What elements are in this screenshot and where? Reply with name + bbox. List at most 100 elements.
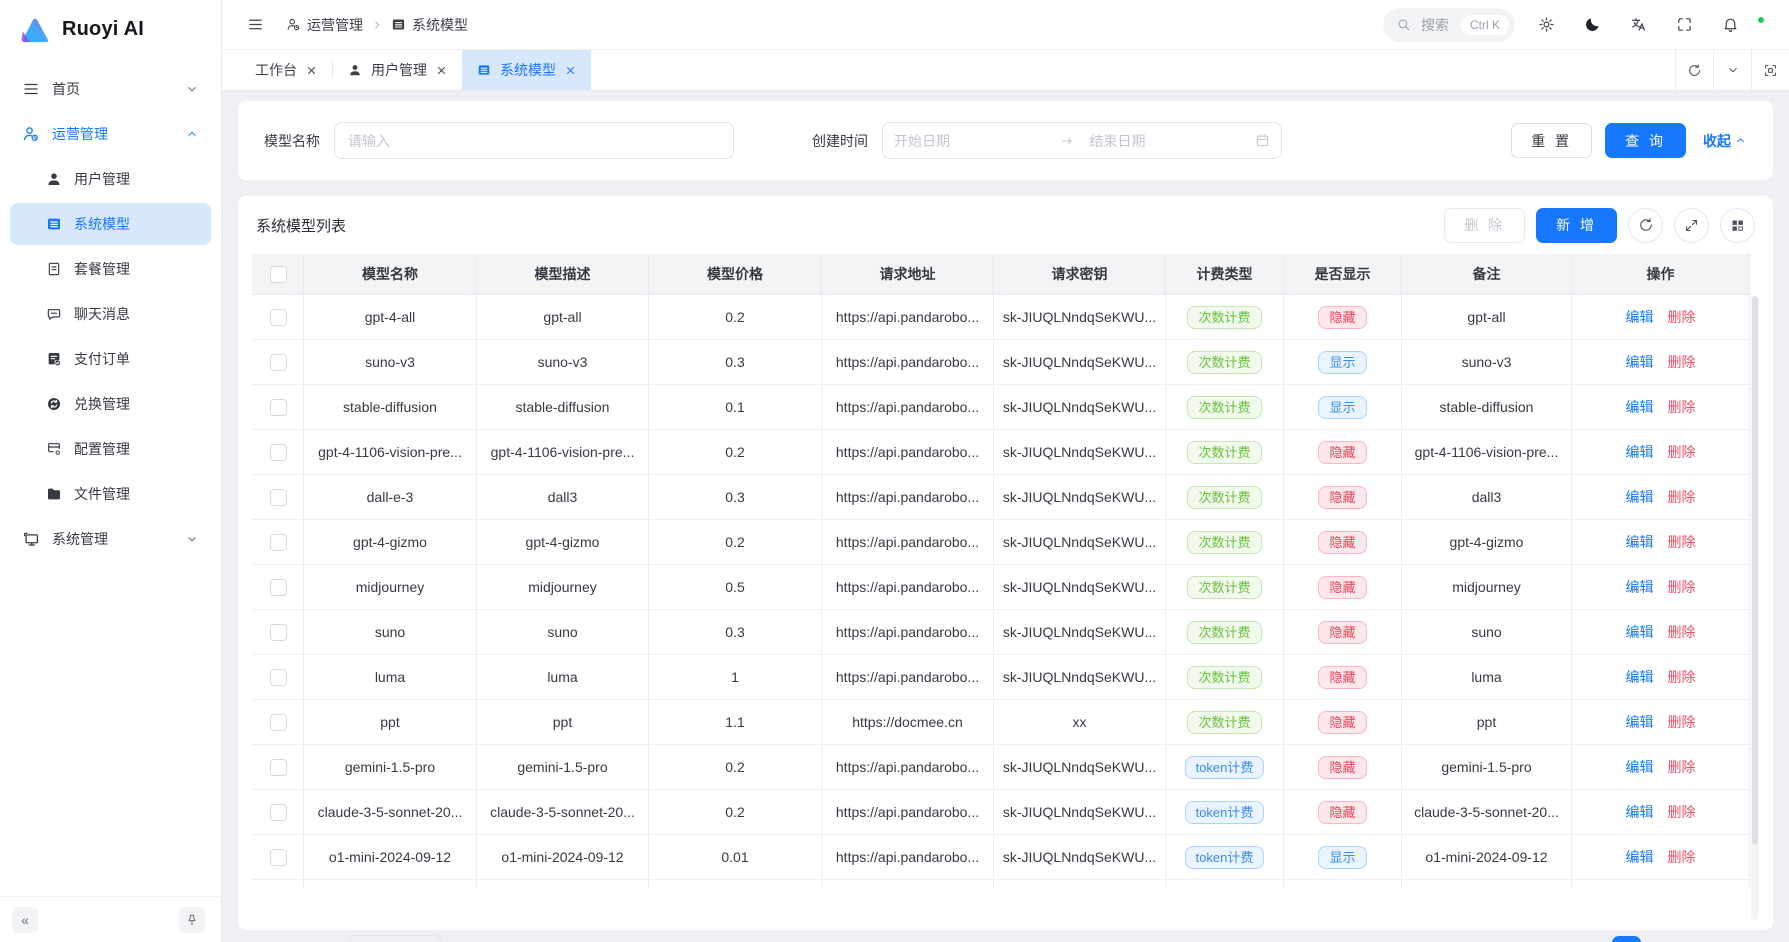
current-page-button[interactable]: 1 [1612,936,1641,942]
refresh-table-button[interactable] [1628,208,1663,243]
row-checkbox[interactable] [270,849,287,866]
refresh-tab-button[interactable] [1675,50,1713,90]
edit-link[interactable]: 编辑 [1626,532,1654,552]
edit-link[interactable]: 编辑 [1626,577,1654,597]
row-checkbox[interactable] [270,399,287,416]
close-icon[interactable] [436,65,447,76]
cell-actions: 编辑 删除 [1572,295,1750,340]
sidebar-pin-button[interactable] [179,907,205,933]
fullscreen-button[interactable] [1669,10,1699,40]
sidebar-item-config[interactable]: 配置管理 [10,428,211,470]
cell-billing-type: 次数计费 [1166,520,1284,565]
delete-link[interactable]: 删除 [1668,352,1696,372]
row-checkbox[interactable] [270,624,287,641]
jump-back-button[interactable] [1536,936,1565,942]
delete-link[interactable]: 删除 [1668,307,1696,327]
edit-link[interactable]: 编辑 [1626,622,1654,642]
tab-users[interactable]: 用户管理 [333,50,462,90]
cell-model-price: 0.3 [649,475,822,520]
sidebar-item-packages[interactable]: 套餐管理 [10,248,211,290]
add-button[interactable]: 新 增 [1536,208,1617,243]
sidebar-item-operations[interactable]: 运营管理 [10,113,211,155]
breadcrumb: 运营管理 系统模型 [286,15,468,35]
tab-workbench[interactable]: 工作台 [240,50,332,90]
collapse-filter-link[interactable]: 收起 [1703,131,1747,151]
row-checkbox[interactable] [270,309,287,326]
table-scrollbar[interactable] [1751,296,1759,920]
cell-request-key: sk-JIUQLNndqSeKWU... [994,385,1166,430]
edit-link[interactable]: 编辑 [1626,442,1654,462]
content-fullscreen-button[interactable] [1751,50,1789,90]
query-button[interactable]: 查 询 [1605,123,1686,158]
edit-link[interactable]: 编辑 [1626,352,1654,372]
breadcrumb-operations[interactable]: 运营管理 [286,15,363,35]
cell-remark: gpt-4-gizmo [1402,520,1572,565]
row-checkbox[interactable] [270,714,287,731]
model-name-input[interactable] [334,122,734,159]
close-icon[interactable] [306,65,317,76]
edit-link[interactable]: 编辑 [1626,757,1654,777]
expand-table-button[interactable] [1674,208,1709,243]
edit-link[interactable]: 编辑 [1626,397,1654,417]
column-header: 备注 [1402,254,1572,295]
sidebar-item-users[interactable]: 用户管理 [10,158,211,200]
notifications-button[interactable] [1715,10,1745,40]
scrollbar-thumb[interactable] [1752,296,1758,845]
date-range-picker[interactable]: 开始日期 结束日期 [882,122,1282,159]
row-checkbox[interactable] [270,579,287,596]
sidebar-item-system-models[interactable]: 系统模型 [10,203,211,245]
row-checkbox[interactable] [270,444,287,461]
delete-link[interactable]: 删除 [1668,667,1696,687]
last-page-button[interactable] [1726,936,1755,942]
delete-link[interactable]: 删除 [1668,577,1696,597]
edit-link[interactable]: 编辑 [1626,712,1654,732]
delete-link[interactable]: 删除 [1668,532,1696,552]
select-all-checkbox[interactable] [270,266,287,283]
delete-link[interactable]: 删除 [1668,622,1696,642]
jump-forward-button[interactable] [1688,936,1717,942]
sidebar-item-redeem[interactable]: 兑换管理 [10,383,211,425]
tab-menu-button[interactable] [1713,50,1751,90]
delete-button[interactable]: 删 除 [1444,208,1525,243]
sidebar-collapse-button[interactable]: « [12,907,38,933]
settings-button[interactable] [1531,10,1561,40]
delete-link[interactable]: 删除 [1668,487,1696,507]
row-checkbox[interactable] [270,669,287,686]
prev-page-button[interactable] [1574,936,1603,942]
row-checkbox[interactable] [270,489,287,506]
edit-link[interactable]: 编辑 [1626,487,1654,507]
next-page-button[interactable] [1650,936,1679,942]
sidebar-item-payment-orders[interactable]: 支付订单 [10,338,211,380]
tab-system-models[interactable]: 系统模型 [462,50,591,90]
column-settings-button[interactable] [1720,208,1755,243]
cell-request-url: https://api.pandarobo... [822,385,994,430]
delete-link[interactable]: 删除 [1668,757,1696,777]
row-checkbox[interactable] [270,759,287,776]
delete-link[interactable]: 删除 [1668,802,1696,822]
sidebar-item-home[interactable]: 首页 [10,68,211,110]
dark-mode-button[interactable] [1577,10,1607,40]
online-status-dot [1756,15,1766,25]
edit-link[interactable]: 编辑 [1626,667,1654,687]
delete-link[interactable]: 删除 [1668,847,1696,867]
edit-link[interactable]: 编辑 [1626,307,1654,327]
sidebar-item-system-admin[interactable]: 系统管理 [10,518,211,560]
row-checkbox[interactable] [270,354,287,371]
edit-link[interactable]: 编辑 [1626,802,1654,822]
delete-link[interactable]: 删除 [1668,442,1696,462]
row-checkbox[interactable] [270,534,287,551]
breadcrumb-system-models[interactable]: 系统模型 [391,15,468,35]
reset-button[interactable]: 重 置 [1511,123,1592,158]
menu-toggle-button[interactable] [240,10,270,40]
delete-link[interactable]: 删除 [1668,712,1696,732]
sidebar-item-files[interactable]: 文件管理 [10,473,211,515]
close-icon[interactable] [565,65,576,76]
edit-link[interactable]: 编辑 [1626,847,1654,867]
first-page-button[interactable] [1498,936,1527,942]
language-button[interactable] [1623,10,1653,40]
global-search[interactable]: 搜索 Ctrl K [1383,8,1515,42]
row-checkbox[interactable] [270,804,287,821]
page-size-select[interactable]: 20条/页 [349,935,441,942]
delete-link[interactable]: 删除 [1668,397,1696,417]
sidebar-item-chat-messages[interactable]: 聊天消息 [10,293,211,335]
